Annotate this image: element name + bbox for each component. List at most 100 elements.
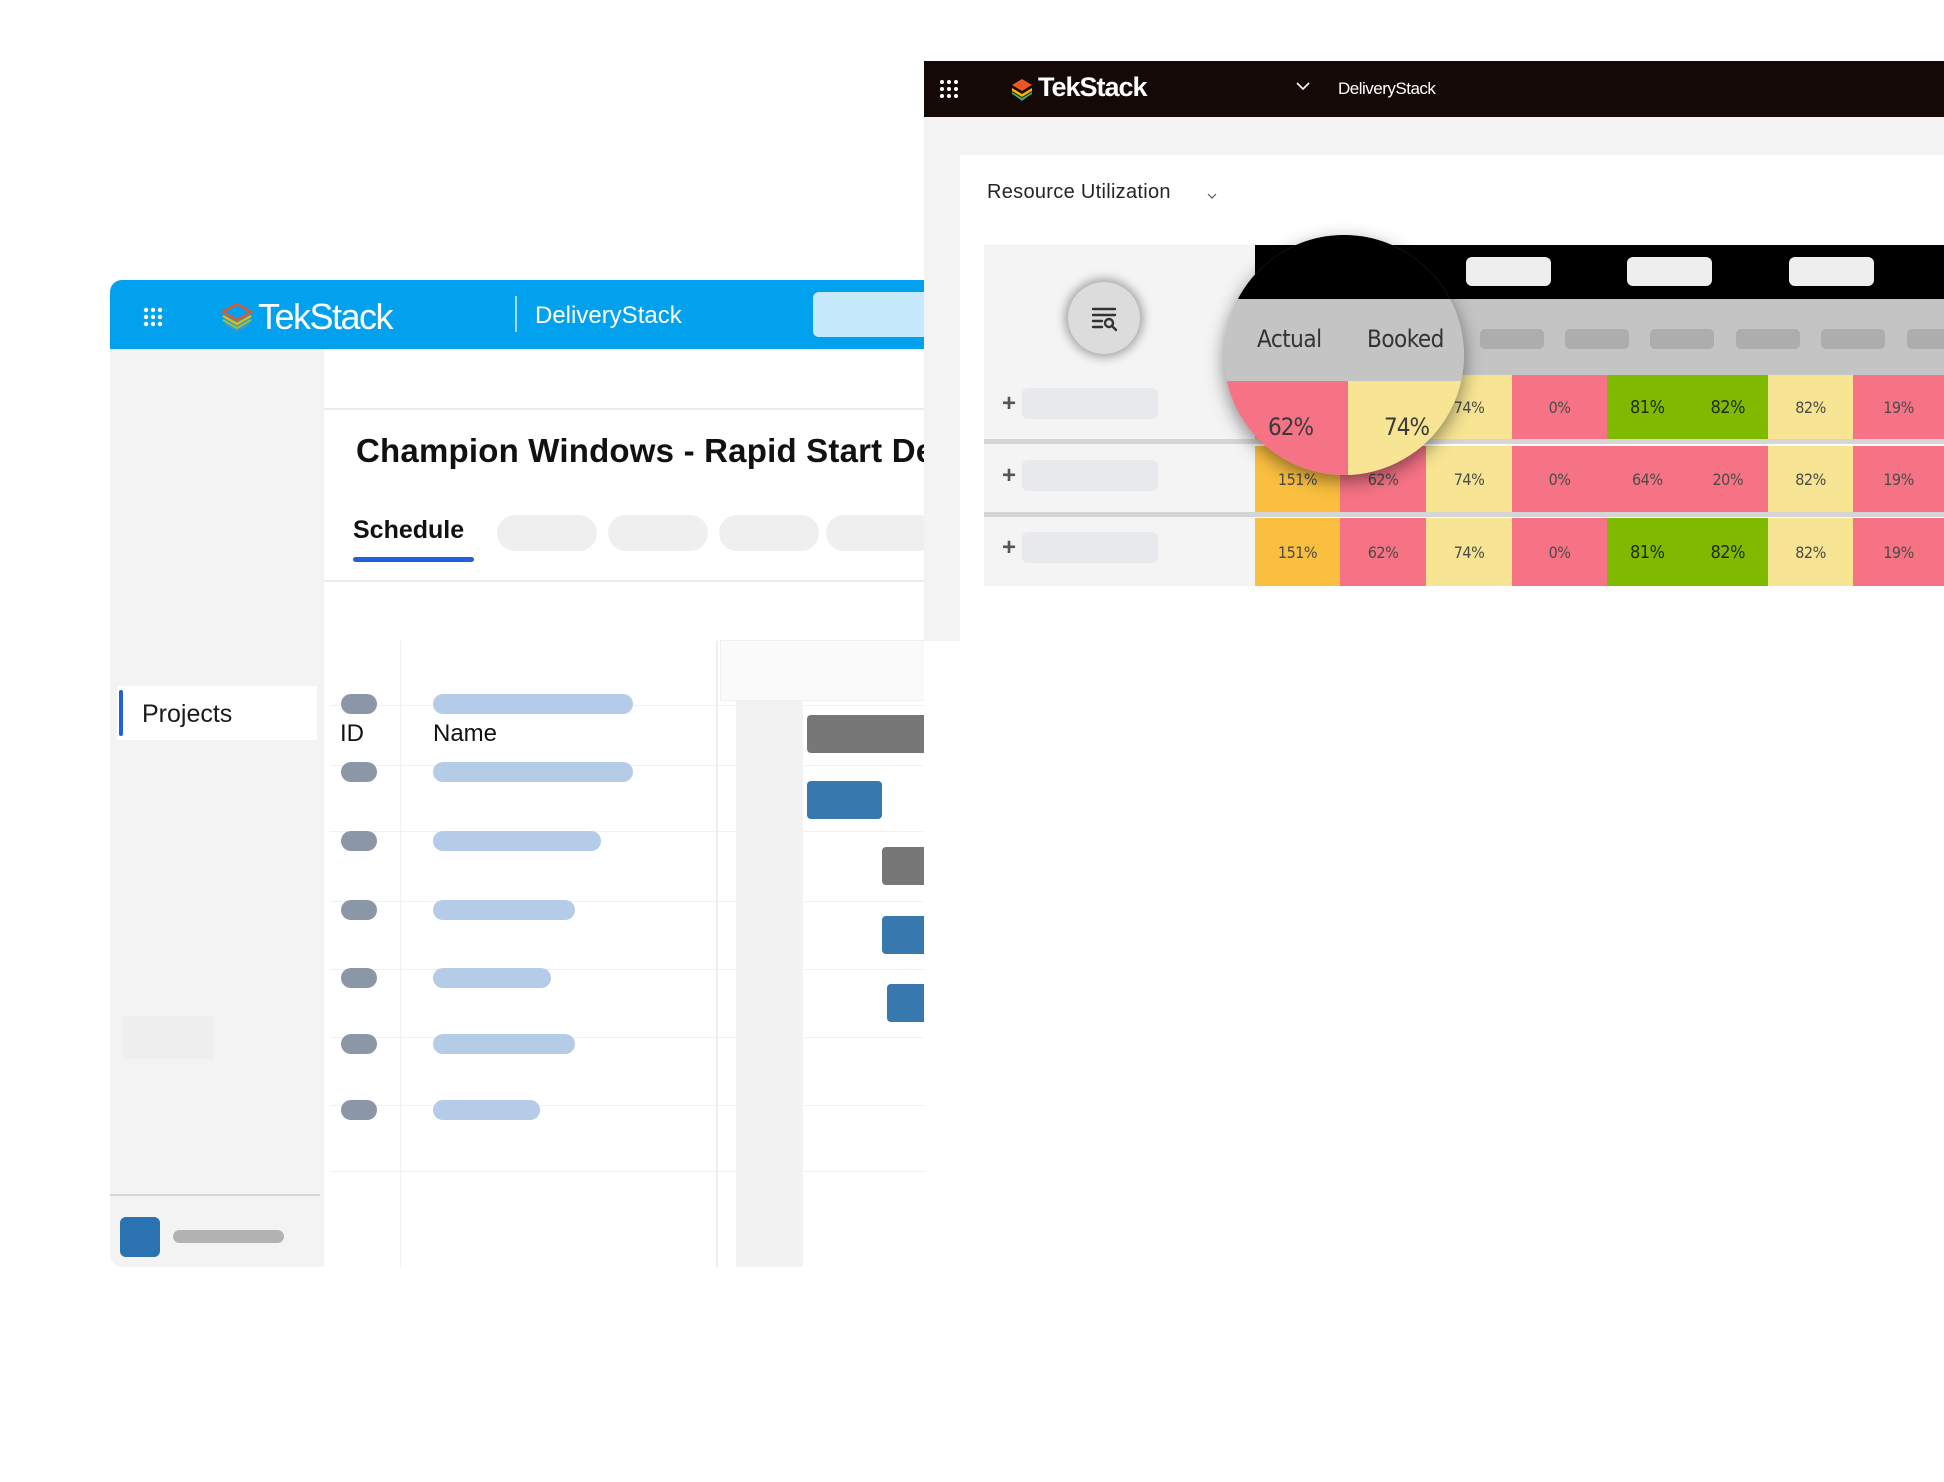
heatmap-cell[interactable]: 82% <box>1768 446 1853 512</box>
heatmap-cell[interactable]: 81% 82% <box>1607 518 1768 586</box>
avatar[interactable] <box>120 1217 160 1257</box>
heatmap-cell-value: 0% <box>1548 542 1571 562</box>
tab-placeholder[interactable] <box>497 515 597 551</box>
task-name-placeholder[interactable] <box>433 762 633 782</box>
subheader-placeholder <box>1565 329 1629 349</box>
heatmap-cell[interactable]: 19% <box>1853 518 1944 586</box>
tab-schedule[interactable]: Schedule <box>353 516 464 545</box>
sidebar-item-projects[interactable]: Projects <box>117 686 317 740</box>
heatmap-cell-value: 82% <box>1795 397 1826 417</box>
heatmap-cell[interactable]: 0% <box>1512 518 1607 586</box>
heatmap-cell-value: 19% <box>1883 397 1914 417</box>
task-id-placeholder[interactable] <box>341 1034 377 1054</box>
task-id-placeholder[interactable] <box>341 694 377 714</box>
expand-button[interactable]: + <box>1002 534 1016 562</box>
gantt-task-bar[interactable] <box>886 984 924 1022</box>
heatmap-cell[interactable]: 0% <box>1512 375 1607 439</box>
heatmap-cell[interactable]: 0% <box>1512 446 1607 512</box>
task-id-placeholder[interactable] <box>341 968 377 988</box>
gantt-timeline-header <box>720 640 924 701</box>
heatmap-cell-value: 20% <box>1712 469 1744 489</box>
task-name-placeholder[interactable] <box>433 694 633 714</box>
search-input[interactable] <box>813 292 924 337</box>
user-name-placeholder <box>173 1230 284 1243</box>
row-divider <box>330 1037 924 1038</box>
active-tab-indicator <box>353 557 474 562</box>
command-bar <box>960 117 1944 155</box>
gantt-task-bar[interactable] <box>881 916 924 954</box>
filter-button[interactable] <box>1068 282 1140 354</box>
column-header-name[interactable]: Name <box>433 720 497 748</box>
column-header-id[interactable]: ID <box>340 720 364 748</box>
heatmap-cell-value: 82% <box>1795 469 1826 489</box>
resource-name-placeholder <box>1022 532 1158 563</box>
expand-button[interactable]: + <box>1002 390 1016 418</box>
heatmap-cell[interactable]: 82% <box>1768 518 1853 586</box>
period-label-placeholder <box>1789 257 1874 286</box>
column-divider <box>716 641 718 1267</box>
subheader-placeholder <box>1736 329 1800 349</box>
row-divider <box>330 969 924 970</box>
divider <box>324 580 924 582</box>
waffle-grid-icon[interactable] <box>142 306 164 328</box>
heatmap-cell-value: 64% <box>1632 469 1663 489</box>
filter-search-icon <box>1091 307 1118 332</box>
gantt-summary-bar[interactable] <box>881 847 924 885</box>
task-name-placeholder[interactable] <box>433 1034 575 1054</box>
gantt-task-bar[interactable] <box>807 781 882 819</box>
heatmap-cell-value: 62% <box>1367 542 1399 562</box>
resource-name-placeholder <box>1022 388 1158 419</box>
task-id-placeholder[interactable] <box>341 762 377 782</box>
heatmap-cell[interactable]: 74% <box>1426 518 1512 586</box>
app-name[interactable]: DeliveryStack <box>535 302 682 330</box>
heatmap-cell-value: 151% <box>1277 542 1318 562</box>
sidebar <box>110 349 324 1267</box>
subheader-placeholder <box>1821 329 1885 349</box>
heatmap-cell[interactable]: 62% <box>1340 518 1426 586</box>
resource-name-placeholder <box>1022 460 1158 491</box>
heatmap-cell-value: 0% <box>1548 469 1571 489</box>
heatmap-cell-value: 82% <box>1710 396 1746 418</box>
tab-placeholder[interactable] <box>608 515 708 551</box>
row-divider <box>984 512 1944 517</box>
heatmap-row-header: + <box>984 446 1255 508</box>
booked-column-label: Booked <box>1367 325 1444 353</box>
booked-value: 74% <box>1384 413 1430 441</box>
task-id-placeholder[interactable] <box>341 1100 377 1120</box>
task-name-placeholder[interactable] <box>433 831 601 851</box>
view-selector[interactable]: Resource Utilization <box>987 181 1171 204</box>
task-name-placeholder[interactable] <box>433 900 575 920</box>
expand-button[interactable]: + <box>1002 462 1016 490</box>
heatmap-cell-value: 81% <box>1630 541 1665 563</box>
row-divider <box>330 1171 924 1172</box>
heatmap-cell-value: 82% <box>1795 542 1826 562</box>
task-name-placeholder[interactable] <box>433 1100 540 1120</box>
actual-value: 62% <box>1268 413 1314 441</box>
task-name-placeholder[interactable] <box>433 968 551 988</box>
heatmap-cell[interactable]: 82% <box>1768 375 1853 439</box>
row-divider <box>330 831 924 832</box>
task-id-placeholder[interactable] <box>341 831 377 851</box>
tab-placeholder[interactable] <box>719 515 819 551</box>
tab-placeholder[interactable] <box>826 515 924 551</box>
subheader-placeholder <box>1907 329 1944 349</box>
heatmap-cell[interactable]: 151% <box>1255 518 1340 586</box>
heatmap-row-header: + <box>984 518 1255 586</box>
chevron-down-icon[interactable] <box>1206 191 1218 201</box>
heatmap-cell[interactable]: 81% 82% <box>1607 375 1768 439</box>
app-name[interactable]: DeliveryStack <box>1338 79 1436 99</box>
header-divider <box>515 296 517 332</box>
heatmap-cell[interactable]: 64% 20% <box>1607 446 1768 512</box>
waffle-grid-icon[interactable] <box>938 78 960 100</box>
gantt-summary-bar[interactable] <box>807 715 924 753</box>
heatmap-cell[interactable]: 19% <box>1853 446 1944 512</box>
project-schedule-window: TekStack DeliveryStack Projects Champion… <box>110 280 924 1267</box>
heatmap-cell-value: 82% <box>1710 541 1746 563</box>
chevron-down-icon[interactable] <box>1294 77 1312 95</box>
subheader-placeholder <box>1480 329 1544 349</box>
period-label-placeholder <box>1627 257 1712 286</box>
period-label-placeholder <box>1466 257 1551 286</box>
task-id-placeholder[interactable] <box>341 900 377 920</box>
top-nav-bar: TekStack DeliveryStack <box>110 280 924 349</box>
heatmap-cell[interactable]: 19% <box>1853 375 1944 439</box>
